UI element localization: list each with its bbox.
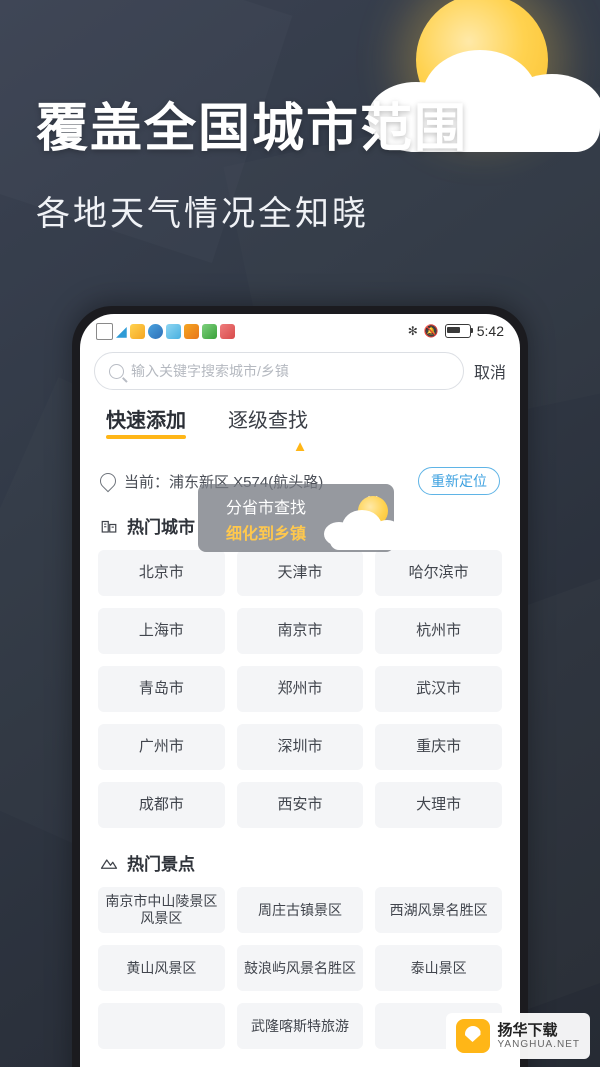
tab-step-search[interactable]: 逐级查找 <box>228 404 308 439</box>
spot-chip[interactable]: 武隆喀斯特旅游 <box>236 1003 364 1049</box>
spot-chip[interactable]: 黄山风景区 <box>98 945 225 991</box>
location-pin-icon <box>96 469 120 493</box>
search-input[interactable]: 输入关键字搜索城市/乡镇 <box>94 352 464 390</box>
chevron-up-icon: ▲ <box>292 438 308 455</box>
city-chip[interactable]: 南京市 <box>236 608 364 654</box>
phone-mockup: ◢ ✻ 🔕 5:42 输入关键字搜索城市/乡镇 取消 快速添加 逐级查找 ▲ 分… <box>72 306 528 1067</box>
status-clock: 5:42 <box>476 323 504 339</box>
building-icon <box>101 520 117 533</box>
city-chip[interactable]: 西安市 <box>236 782 364 828</box>
city-chip[interactable]: 上海市 <box>98 608 225 654</box>
city-chip[interactable]: 重庆市 <box>375 724 502 770</box>
search-row: 输入关键字搜索城市/乡镇 取消 <box>80 344 520 400</box>
sim-icon <box>96 322 113 340</box>
hot-spots-header: 热门景点 <box>80 840 520 881</box>
bluetooth-icon: ✻ <box>407 324 418 338</box>
watermark-subtitle: YANGHUA.NET <box>497 1038 580 1050</box>
battery-icon <box>444 324 473 338</box>
app-icon-3 <box>165 323 181 339</box>
spot-chip[interactable]: 鼓浪屿风景名胜区 <box>236 945 364 991</box>
hot-spots-title: 热门景点 <box>127 855 195 874</box>
watermark-title: 扬华下载 <box>497 1021 558 1039</box>
tooltip-line-2: 细化到乡镇 <box>226 526 307 543</box>
city-chip[interactable]: 成都市 <box>98 782 225 828</box>
tab-bar: 快速添加 逐级查找 <box>80 400 520 439</box>
tooltip-weather-icon <box>322 496 408 552</box>
city-chip[interactable]: 哈尔滨市 <box>375 550 502 596</box>
promo-subheadline: 各地天气情况全知晓 <box>36 195 369 233</box>
spot-chip[interactable] <box>98 1003 225 1049</box>
relocate-button[interactable]: 重新定位 <box>418 467 500 495</box>
city-chip[interactable]: 深圳市 <box>236 724 364 770</box>
city-chip[interactable]: 郑州市 <box>236 666 364 712</box>
city-chip[interactable]: 杭州市 <box>375 608 502 654</box>
status-bar: ◢ ✻ 🔕 5:42 <box>80 314 520 344</box>
app-icon-1 <box>129 323 145 339</box>
cancel-button[interactable]: 取消 <box>474 359 506 383</box>
app-icon-2 <box>147 323 163 339</box>
spot-chip[interactable]: 周庄古镇景区 <box>236 887 364 933</box>
city-chip[interactable]: 大理市 <box>375 782 502 828</box>
app-icon-5 <box>201 323 217 339</box>
spot-chip[interactable]: 泰山景区 <box>375 945 502 991</box>
spot-chip[interactable]: 西湖风景名胜区 <box>375 887 502 933</box>
city-chip[interactable]: 天津市 <box>236 550 364 596</box>
city-chip[interactable]: 青岛市 <box>98 666 225 712</box>
tooltip-popup: 分省市查找 细化到乡镇 ✕ <box>198 484 402 552</box>
city-chip[interactable]: 广州市 <box>98 724 225 770</box>
search-icon <box>109 363 124 379</box>
phone-screen: ◢ ✻ 🔕 5:42 输入关键字搜索城市/乡镇 取消 快速添加 逐级查找 ▲ 分… <box>80 314 520 1067</box>
tooltip-line-1: 分省市查找 <box>226 500 307 517</box>
app-icon-4 <box>183 323 199 339</box>
city-chip[interactable]: 北京市 <box>98 550 225 596</box>
watermark-logo-icon <box>455 1019 490 1053</box>
watermark: 扬华下载 YANGHUA.NET <box>445 1013 590 1059</box>
spot-chip[interactable]: 南京市中山陵景区风景区 <box>98 887 225 933</box>
tab-quick-add[interactable]: 快速添加 <box>106 404 186 439</box>
mountain-icon <box>100 858 118 869</box>
wifi-icon: ◢ <box>116 323 127 339</box>
hot-cities-grid: 北京市 天津市 哈尔滨市 上海市 南京市 杭州市 青岛市 郑州市 武汉市 广州市… <box>80 544 520 828</box>
hot-cities-title: 热门城市 <box>127 518 195 537</box>
promo-headline: 覆盖全国城市范围 <box>36 100 469 158</box>
city-chip[interactable]: 武汉市 <box>375 666 502 712</box>
app-icon-6 <box>219 323 235 339</box>
search-placeholder: 输入关键字搜索城市/乡镇 <box>131 363 289 379</box>
promo-poster: 覆盖全国城市范围 各地天气情况全知晓 ◢ ✻ 🔕 5:42 输入关键字搜索城市/… <box>0 0 600 1067</box>
silent-icon: 🔕 <box>423 324 439 338</box>
